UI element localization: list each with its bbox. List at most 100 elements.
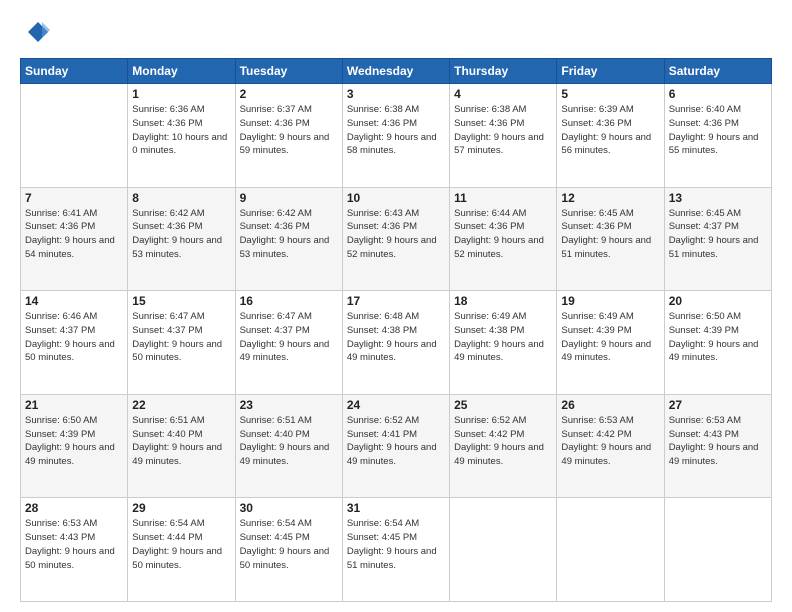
day-info: Sunrise: 6:50 AMSunset: 4:39 PMDaylight:… xyxy=(25,414,123,469)
sunrise-text: Sunrise: 6:51 AM xyxy=(240,414,338,428)
sunrise-text: Sunrise: 6:52 AM xyxy=(454,414,552,428)
sunset-text: Sunset: 4:37 PM xyxy=(25,324,123,338)
sunrise-text: Sunrise: 6:45 AM xyxy=(561,207,659,221)
daylight-text: Daylight: 9 hours and 55 minutes. xyxy=(669,131,767,159)
daylight-text: Daylight: 9 hours and 50 minutes. xyxy=(25,545,123,573)
sunset-text: Sunset: 4:43 PM xyxy=(669,428,767,442)
sunrise-text: Sunrise: 6:50 AM xyxy=(25,414,123,428)
daylight-text: Daylight: 9 hours and 53 minutes. xyxy=(132,234,230,262)
day-info: Sunrise: 6:38 AMSunset: 4:36 PMDaylight:… xyxy=(347,103,445,158)
sunrise-text: Sunrise: 6:47 AM xyxy=(240,310,338,324)
daylight-text: Daylight: 9 hours and 51 minutes. xyxy=(347,545,445,573)
daylight-text: Daylight: 9 hours and 49 minutes. xyxy=(454,338,552,366)
day-number: 18 xyxy=(454,294,552,308)
daylight-text: Daylight: 9 hours and 57 minutes. xyxy=(454,131,552,159)
day-info: Sunrise: 6:37 AMSunset: 4:36 PMDaylight:… xyxy=(240,103,338,158)
sunset-text: Sunset: 4:39 PM xyxy=(561,324,659,338)
calendar-cell: 6Sunrise: 6:40 AMSunset: 4:36 PMDaylight… xyxy=(664,84,771,188)
weekday-header-wednesday: Wednesday xyxy=(342,59,449,84)
calendar-cell xyxy=(450,498,557,602)
calendar-cell: 17Sunrise: 6:48 AMSunset: 4:38 PMDayligh… xyxy=(342,291,449,395)
day-info: Sunrise: 6:45 AMSunset: 4:36 PMDaylight:… xyxy=(561,207,659,262)
sunset-text: Sunset: 4:36 PM xyxy=(561,220,659,234)
logo xyxy=(20,18,54,48)
daylight-text: Daylight: 9 hours and 52 minutes. xyxy=(347,234,445,262)
day-number: 22 xyxy=(132,398,230,412)
calendar-cell: 9Sunrise: 6:42 AMSunset: 4:36 PMDaylight… xyxy=(235,187,342,291)
weekday-header-saturday: Saturday xyxy=(664,59,771,84)
weekday-header-sunday: Sunday xyxy=(21,59,128,84)
sunrise-text: Sunrise: 6:54 AM xyxy=(347,517,445,531)
day-info: Sunrise: 6:53 AMSunset: 4:43 PMDaylight:… xyxy=(669,414,767,469)
sunset-text: Sunset: 4:36 PM xyxy=(669,117,767,131)
day-number: 23 xyxy=(240,398,338,412)
sunrise-text: Sunrise: 6:38 AM xyxy=(347,103,445,117)
sunset-text: Sunset: 4:37 PM xyxy=(132,324,230,338)
daylight-text: Daylight: 9 hours and 50 minutes. xyxy=(132,338,230,366)
daylight-text: Daylight: 9 hours and 53 minutes. xyxy=(240,234,338,262)
day-info: Sunrise: 6:40 AMSunset: 4:36 PMDaylight:… xyxy=(669,103,767,158)
sunrise-text: Sunrise: 6:45 AM xyxy=(669,207,767,221)
calendar-cell: 11Sunrise: 6:44 AMSunset: 4:36 PMDayligh… xyxy=(450,187,557,291)
sunrise-text: Sunrise: 6:36 AM xyxy=(132,103,230,117)
daylight-text: Daylight: 9 hours and 49 minutes. xyxy=(561,338,659,366)
calendar-cell: 31Sunrise: 6:54 AMSunset: 4:45 PMDayligh… xyxy=(342,498,449,602)
day-info: Sunrise: 6:49 AMSunset: 4:39 PMDaylight:… xyxy=(561,310,659,365)
day-number: 15 xyxy=(132,294,230,308)
calendar-cell xyxy=(21,84,128,188)
calendar-cell: 10Sunrise: 6:43 AMSunset: 4:36 PMDayligh… xyxy=(342,187,449,291)
day-info: Sunrise: 6:38 AMSunset: 4:36 PMDaylight:… xyxy=(454,103,552,158)
calendar-cell: 3Sunrise: 6:38 AMSunset: 4:36 PMDaylight… xyxy=(342,84,449,188)
sunrise-text: Sunrise: 6:44 AM xyxy=(454,207,552,221)
sunrise-text: Sunrise: 6:53 AM xyxy=(561,414,659,428)
sunset-text: Sunset: 4:38 PM xyxy=(454,324,552,338)
sunrise-text: Sunrise: 6:52 AM xyxy=(347,414,445,428)
sunset-text: Sunset: 4:36 PM xyxy=(132,117,230,131)
weekday-header-monday: Monday xyxy=(128,59,235,84)
sunset-text: Sunset: 4:45 PM xyxy=(347,531,445,545)
day-info: Sunrise: 6:54 AMSunset: 4:44 PMDaylight:… xyxy=(132,517,230,572)
sunrise-text: Sunrise: 6:38 AM xyxy=(454,103,552,117)
day-number: 20 xyxy=(669,294,767,308)
calendar-cell: 1Sunrise: 6:36 AMSunset: 4:36 PMDaylight… xyxy=(128,84,235,188)
sunset-text: Sunset: 4:36 PM xyxy=(347,220,445,234)
sunrise-text: Sunrise: 6:49 AM xyxy=(561,310,659,324)
day-number: 2 xyxy=(240,87,338,101)
day-info: Sunrise: 6:42 AMSunset: 4:36 PMDaylight:… xyxy=(132,207,230,262)
day-number: 8 xyxy=(132,191,230,205)
sunrise-text: Sunrise: 6:47 AM xyxy=(132,310,230,324)
sunset-text: Sunset: 4:45 PM xyxy=(240,531,338,545)
weekday-header-thursday: Thursday xyxy=(450,59,557,84)
sunrise-text: Sunrise: 6:41 AM xyxy=(25,207,123,221)
day-number: 24 xyxy=(347,398,445,412)
sunset-text: Sunset: 4:36 PM xyxy=(561,117,659,131)
daylight-text: Daylight: 9 hours and 49 minutes. xyxy=(132,441,230,469)
day-number: 13 xyxy=(669,191,767,205)
day-number: 28 xyxy=(25,501,123,515)
daylight-text: Daylight: 9 hours and 54 minutes. xyxy=(25,234,123,262)
day-number: 26 xyxy=(561,398,659,412)
day-number: 12 xyxy=(561,191,659,205)
day-info: Sunrise: 6:54 AMSunset: 4:45 PMDaylight:… xyxy=(347,517,445,572)
sunrise-text: Sunrise: 6:53 AM xyxy=(669,414,767,428)
day-info: Sunrise: 6:51 AMSunset: 4:40 PMDaylight:… xyxy=(132,414,230,469)
sunrise-text: Sunrise: 6:51 AM xyxy=(132,414,230,428)
sunset-text: Sunset: 4:36 PM xyxy=(240,220,338,234)
calendar-week-4: 28Sunrise: 6:53 AMSunset: 4:43 PMDayligh… xyxy=(21,498,772,602)
daylight-text: Daylight: 9 hours and 49 minutes. xyxy=(240,441,338,469)
sunrise-text: Sunrise: 6:54 AM xyxy=(240,517,338,531)
sunrise-text: Sunrise: 6:50 AM xyxy=(669,310,767,324)
day-info: Sunrise: 6:36 AMSunset: 4:36 PMDaylight:… xyxy=(132,103,230,158)
day-number: 14 xyxy=(25,294,123,308)
day-info: Sunrise: 6:47 AMSunset: 4:37 PMDaylight:… xyxy=(240,310,338,365)
daylight-text: Daylight: 9 hours and 58 minutes. xyxy=(347,131,445,159)
day-number: 29 xyxy=(132,501,230,515)
sunset-text: Sunset: 4:39 PM xyxy=(669,324,767,338)
weekday-header-friday: Friday xyxy=(557,59,664,84)
day-info: Sunrise: 6:39 AMSunset: 4:36 PMDaylight:… xyxy=(561,103,659,158)
daylight-text: Daylight: 9 hours and 49 minutes. xyxy=(454,441,552,469)
day-info: Sunrise: 6:48 AMSunset: 4:38 PMDaylight:… xyxy=(347,310,445,365)
daylight-text: Daylight: 9 hours and 49 minutes. xyxy=(347,338,445,366)
logo-icon xyxy=(20,18,50,48)
daylight-text: Daylight: 9 hours and 51 minutes. xyxy=(561,234,659,262)
